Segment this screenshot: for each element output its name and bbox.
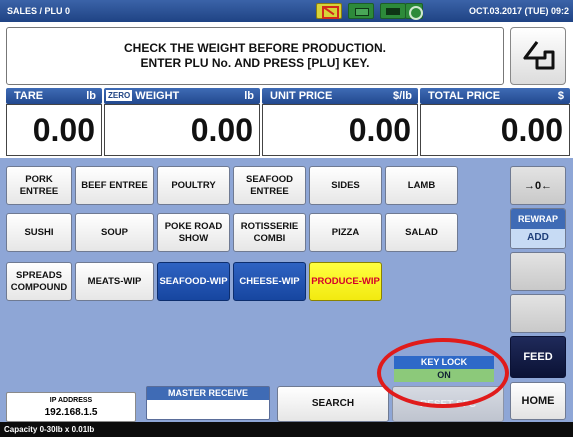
total-price-value: 0.00 [420,104,570,156]
key-sushi[interactable]: SUSHI [6,213,72,252]
tare-header: TARE lb [6,88,102,104]
key-produce-wip[interactable]: PRODUCE-WIP [309,262,382,301]
blank-key-1[interactable] [510,252,566,291]
weight-header: ZERO WEIGHT lb [104,88,260,104]
datetime: OCT.03.2017 (TUE) 09:2 [468,6,569,16]
key-sides[interactable]: SIDES [309,166,382,205]
message-line-2: ENTER PLU No. AND PRESS [PLU] KEY. [140,56,370,70]
top-status-bar: SALES / PLU 0 OCT.03.2017 (TUE) 09:2 [0,0,573,22]
rewrap-label: REWRAP [511,209,565,229]
return-arrow-icon [523,41,555,70]
battery-icon [380,3,406,19]
reset-sfc-button[interactable]: RESET SFC [392,386,504,422]
unit-price-header: UNIT PRICE $/lb [262,88,418,104]
search-button[interactable]: SEARCH [277,386,389,422]
key-meats-wip[interactable]: MEATS-WIP [75,262,154,301]
key-spreads-compound[interactable]: SPREADS COMPOUND [6,262,72,301]
key-poke-road-show[interactable]: POKE ROAD SHOW [157,213,230,252]
feed-button[interactable]: FEED [510,336,566,378]
label-icon [348,3,374,19]
key-seafood-wip[interactable]: SEAFOOD-WIP [157,262,230,301]
network-icon [405,3,423,20]
print-icon [316,3,342,19]
weight-value: 0.00 [104,104,260,156]
back-button[interactable] [510,27,566,85]
zero-badge: ZERO [106,90,133,101]
key-salad[interactable]: SALAD [385,213,458,252]
unit-price-value: 0.00 [262,104,418,156]
master-receive-label: MASTER RECEIVE [147,387,269,400]
capacity-bar: Capacity 0-30lb x 0.01lb [0,422,573,437]
home-button[interactable]: HOME [510,382,566,420]
key-seafood-entree[interactable]: SEAFOOD ENTREE [233,166,306,205]
zero-set-button[interactable]: →0← [510,166,566,205]
key-rotisserie-combi[interactable]: ROTISSERIE COMBI [233,213,306,252]
total-price-header: TOTAL PRICE $ [420,88,570,104]
key-soup[interactable]: SOUP [75,213,154,252]
key-lamb[interactable]: LAMB [385,166,458,205]
key-pizza[interactable]: PIZZA [309,213,382,252]
key-poultry[interactable]: POULTRY [157,166,230,205]
rewrap-add-button[interactable]: REWRAP ADD [510,208,566,249]
key-pork-entree[interactable]: PORK ENTREE [6,166,72,205]
add-label: ADD [511,229,565,248]
ip-address-label: IP ADDRESS [49,397,93,404]
key-lock-state[interactable]: ON [394,369,494,382]
ip-address-value: 192.168.1.5 [44,407,98,418]
message-panel: CHECK THE WEIGHT BEFORE PRODUCTION. ENTE… [6,27,504,85]
blank-key-2[interactable] [510,294,566,333]
key-beef-entree[interactable]: BEEF ENTREE [75,166,154,205]
master-receive-box[interactable]: MASTER RECEIVE [146,386,270,420]
message-line-1: CHECK THE WEIGHT BEFORE PRODUCTION. [123,41,386,55]
screen-title: SALES / PLU 0 [7,6,71,16]
ip-address-box: IP ADDRESS 192.168.1.5 [6,392,136,422]
key-lock-label[interactable]: KEY LOCK [394,356,494,369]
key-cheese-wip[interactable]: CHEESE-WIP [233,262,306,301]
tare-value: 0.00 [6,104,102,156]
capacity-text: Capacity 0-30lb x 0.01lb [4,425,95,434]
